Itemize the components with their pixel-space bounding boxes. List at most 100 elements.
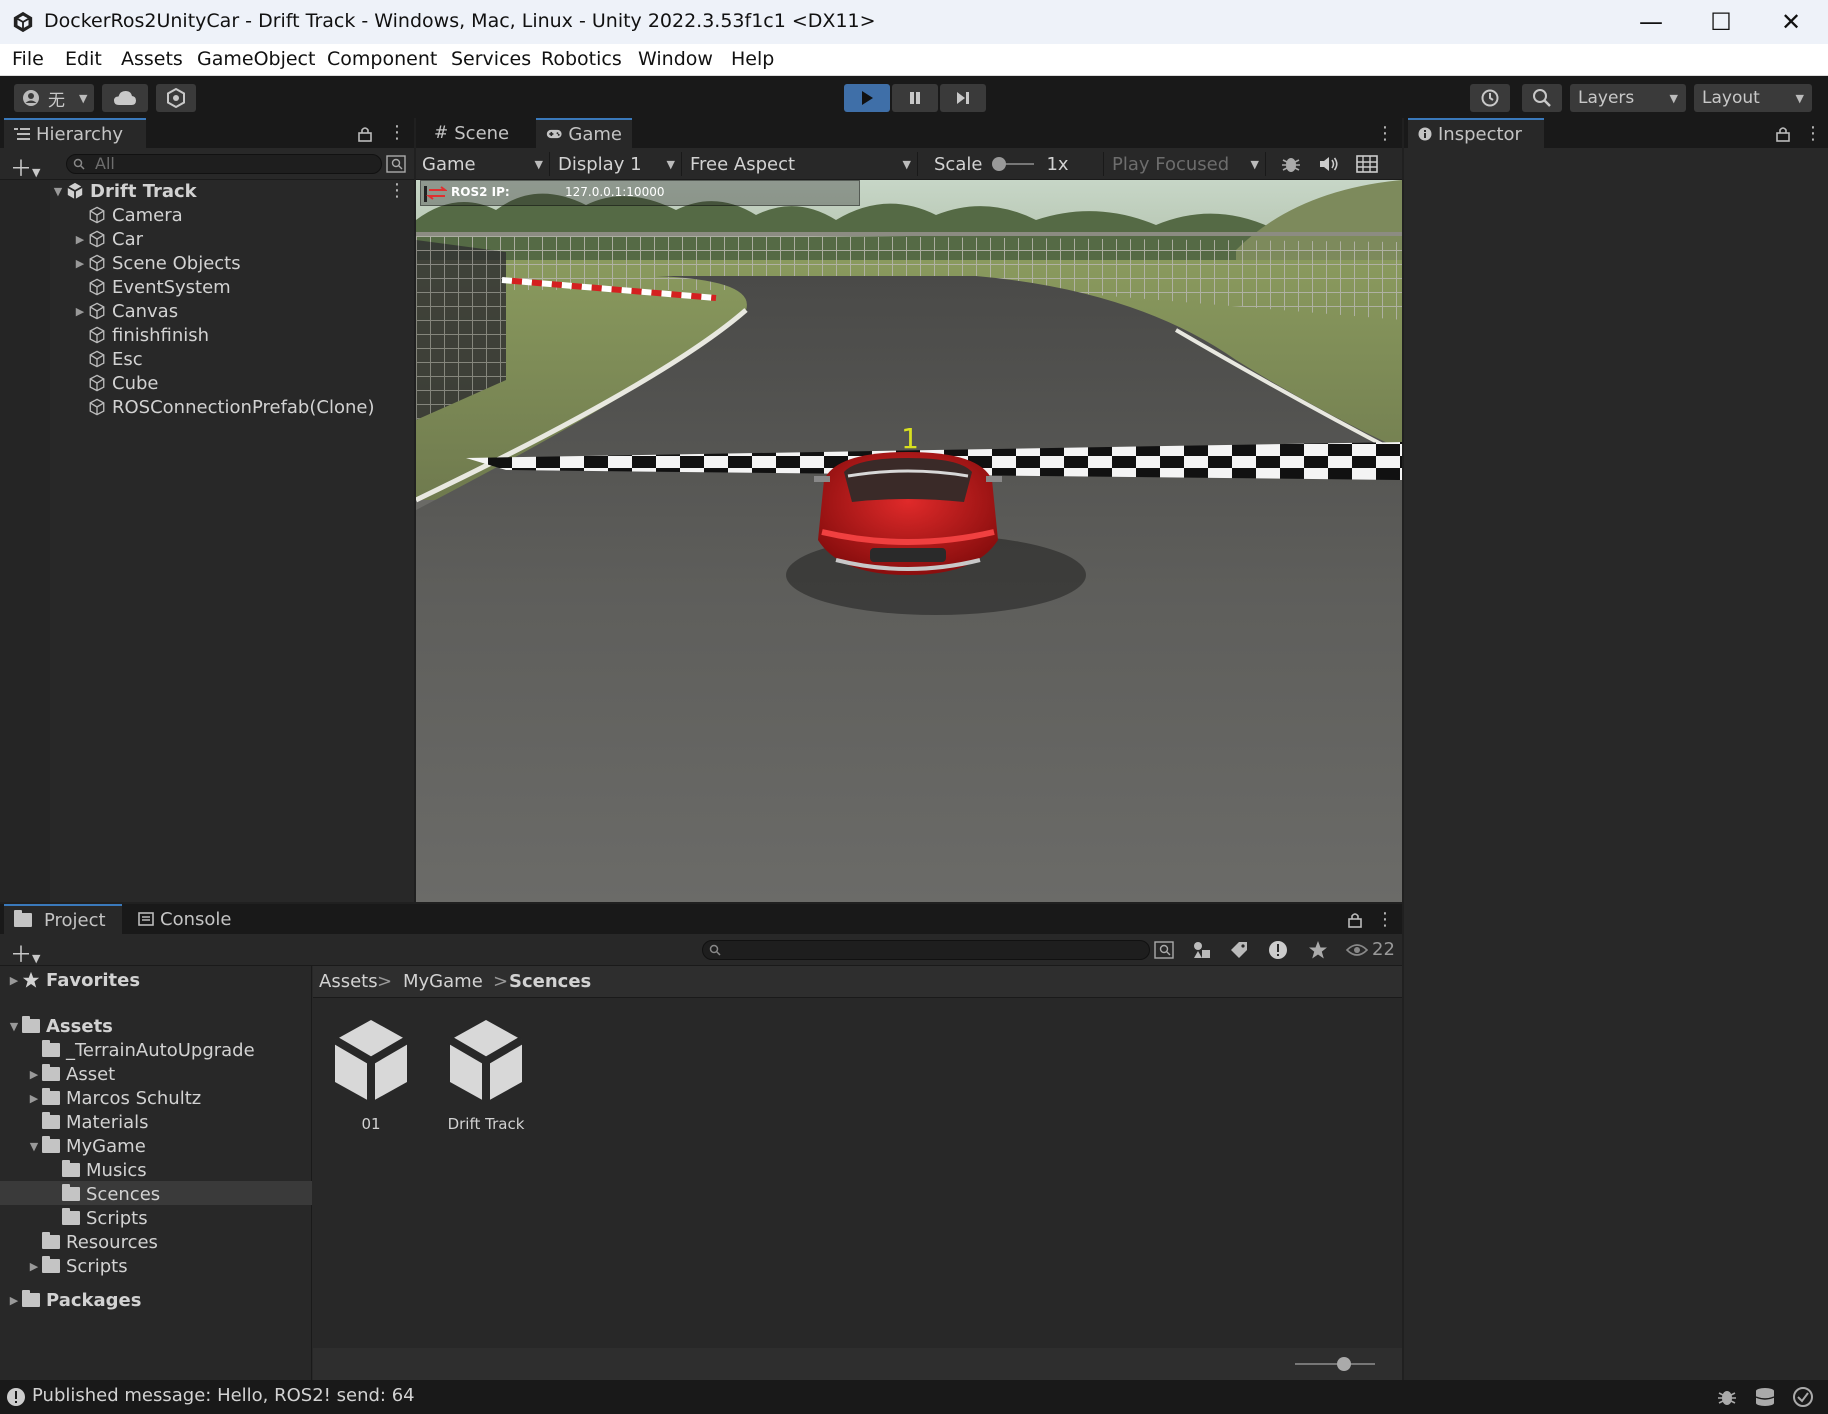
tab-scene[interactable]: # Scene [424, 118, 519, 148]
favorites-row[interactable]: ▶ Favorites [6, 968, 140, 992]
project-folder-row[interactable]: Scripts [46, 1206, 148, 1230]
scene-more-options-icon[interactable]: ⋮ [388, 180, 406, 201]
maximize-button[interactable]: ☐ [1686, 0, 1756, 44]
expand-arrow-icon[interactable]: ▶ [6, 974, 22, 987]
aspect-dropdown[interactable]: Free Aspect ▼ [684, 152, 918, 176]
expand-arrow-icon[interactable]: ▶ [26, 1068, 42, 1081]
status-message[interactable]: Published message: Hello, ROS2! send: 64 [32, 1385, 415, 1406]
more-options-icon[interactable]: ⋮ [1804, 123, 1822, 144]
menu-services[interactable]: Services [451, 48, 531, 70]
menu-gameobject[interactable]: GameObject [197, 48, 315, 70]
search-button[interactable] [1522, 84, 1562, 112]
game-viewport[interactable]: 1 ROS2 IP: 127.0.0.1:10000 [416, 180, 1402, 902]
project-folder-row[interactable]: Scences [46, 1182, 160, 1206]
step-button[interactable] [940, 84, 986, 112]
hidden-packages-toggle[interactable]: 22 [1346, 939, 1395, 960]
star-icon[interactable] [1308, 940, 1328, 960]
hierarchy-item[interactable]: Cube [72, 371, 158, 395]
menu-assets[interactable]: Assets [121, 48, 183, 70]
icon-size-thumb[interactable] [1337, 1357, 1351, 1371]
expand-arrow-icon[interactable]: ▶ [6, 1294, 22, 1307]
more-options-icon[interactable]: ⋮ [1376, 123, 1394, 144]
hierarchy-item[interactable]: ▶ Scene Objects [72, 251, 241, 275]
project-folder-row[interactable]: Musics [46, 1158, 147, 1182]
scale-slider[interactable]: Scale 1x [928, 152, 1104, 176]
menu-window[interactable]: Window [638, 48, 713, 70]
scene-asset-01[interactable]: 01 [329, 1018, 413, 1133]
hierarchy-item[interactable]: ▶ Canvas [72, 299, 178, 323]
progress-check-icon[interactable] [1792, 1386, 1814, 1408]
expand-arrow-icon[interactable]: ▼ [26, 1140, 42, 1153]
filter-by-type-icon[interactable] [1192, 941, 1212, 959]
create-asset-button[interactable]: ＋▼ [10, 937, 40, 969]
expand-arrow-icon[interactable]: ▶ [72, 257, 88, 270]
speaker-icon[interactable] [1318, 155, 1340, 173]
breadcrumb-assets[interactable]: Assets [319, 971, 378, 992]
project-folder-row[interactable]: _TerrainAutoUpgrade [26, 1038, 255, 1062]
expand-arrow-icon[interactable]: ▶ [26, 1092, 42, 1105]
label-tag-icon[interactable] [1230, 941, 1248, 959]
breadcrumb-scences[interactable]: Scences [509, 971, 591, 992]
hierarchy-item[interactable]: ▶ Car [72, 227, 143, 251]
play-button[interactable] [844, 84, 890, 112]
hierarchy-item[interactable]: ROSConnectionPrefab(Clone) [72, 395, 374, 419]
hierarchy-item[interactable]: finishfinish [72, 323, 209, 347]
project-search-input[interactable] [702, 940, 1150, 960]
display-dropdown[interactable]: Display 1 ▼ [552, 152, 682, 176]
account-dropdown[interactable]: 无 ▼ [14, 84, 94, 112]
assets-root-row[interactable]: ▼ Assets [6, 1014, 113, 1038]
tab-console[interactable]: Console [128, 904, 241, 934]
cache-server-icon[interactable] [1754, 1387, 1776, 1407]
more-options-icon[interactable]: ⋮ [1376, 909, 1394, 930]
scale-track[interactable] [992, 157, 1035, 171]
menu-robotics[interactable]: Robotics [541, 48, 622, 70]
expand-arrow-icon[interactable]: ▼ [50, 185, 66, 198]
project-folder-row[interactable]: ▶ Asset [26, 1062, 115, 1086]
view-mode-dropdown[interactable]: Game ▼ [416, 152, 550, 176]
expand-arrow-icon[interactable]: ▼ [6, 1020, 22, 1033]
scene-asset-drift-track[interactable]: Drift Track [431, 1018, 541, 1133]
hierarchy-item[interactable]: EventSystem [72, 275, 231, 299]
project-folder-row[interactable]: ▼ MyGame [26, 1134, 146, 1158]
expand-arrow-icon[interactable]: ▶ [72, 233, 88, 246]
minimize-button[interactable]: — [1616, 0, 1686, 44]
expand-arrow-icon[interactable]: ▶ [26, 1260, 42, 1273]
tab-inspector[interactable]: Inspector [1408, 118, 1544, 148]
project-folder-row[interactable]: ▶ Scripts [26, 1254, 128, 1278]
cloud-button[interactable] [102, 84, 148, 112]
scene-row[interactable]: ▼ Drift Track [50, 179, 197, 203]
add-object-button[interactable]: ＋▼ [10, 151, 40, 183]
menu-component[interactable]: Component [327, 48, 437, 70]
layers-dropdown[interactable]: Layers ▼ [1570, 84, 1686, 112]
hierarchy-item[interactable]: Camera [72, 203, 183, 227]
lock-icon[interactable] [1776, 126, 1790, 142]
hierarchy-search-input[interactable]: All [66, 154, 382, 174]
more-options-icon[interactable]: ⋮ [388, 123, 406, 143]
play-mode-dropdown[interactable]: Play Focused ▼ [1106, 152, 1266, 176]
tab-project[interactable]: Project [4, 904, 122, 934]
expand-arrow-icon[interactable]: ▶ [72, 305, 88, 318]
menu-help[interactable]: Help [731, 48, 774, 70]
icon-size-slider[interactable] [1295, 1363, 1375, 1365]
bug-icon[interactable] [1280, 154, 1302, 174]
scale-thumb[interactable] [992, 157, 1007, 171]
project-folder-row[interactable]: ▶ Marcos Schultz [26, 1086, 201, 1110]
close-button[interactable]: ✕ [1756, 0, 1826, 44]
search-filter-icon[interactable] [1154, 941, 1174, 959]
breadcrumb-mygame[interactable]: MyGame [403, 971, 483, 992]
menu-file[interactable]: File [12, 48, 44, 70]
warning-filter-icon[interactable] [1268, 940, 1288, 960]
stats-grid-icon[interactable] [1356, 155, 1378, 173]
menu-edit[interactable]: Edit [65, 48, 102, 70]
hierarchy-item[interactable]: Esc [72, 347, 143, 371]
bug-icon[interactable] [1716, 1387, 1738, 1407]
search-filter-icon[interactable] [386, 155, 406, 173]
tab-hierarchy[interactable]: Hierarchy [4, 118, 146, 148]
tab-game[interactable]: Game [536, 118, 632, 148]
project-folder-row[interactable]: Materials [26, 1110, 149, 1134]
collab-button[interactable] [156, 84, 196, 112]
packages-row[interactable]: ▶ Packages [6, 1288, 142, 1312]
history-button[interactable] [1470, 84, 1510, 112]
layout-dropdown[interactable]: Layout ▼ [1694, 84, 1812, 112]
project-folder-row[interactable]: Resources [26, 1230, 158, 1254]
